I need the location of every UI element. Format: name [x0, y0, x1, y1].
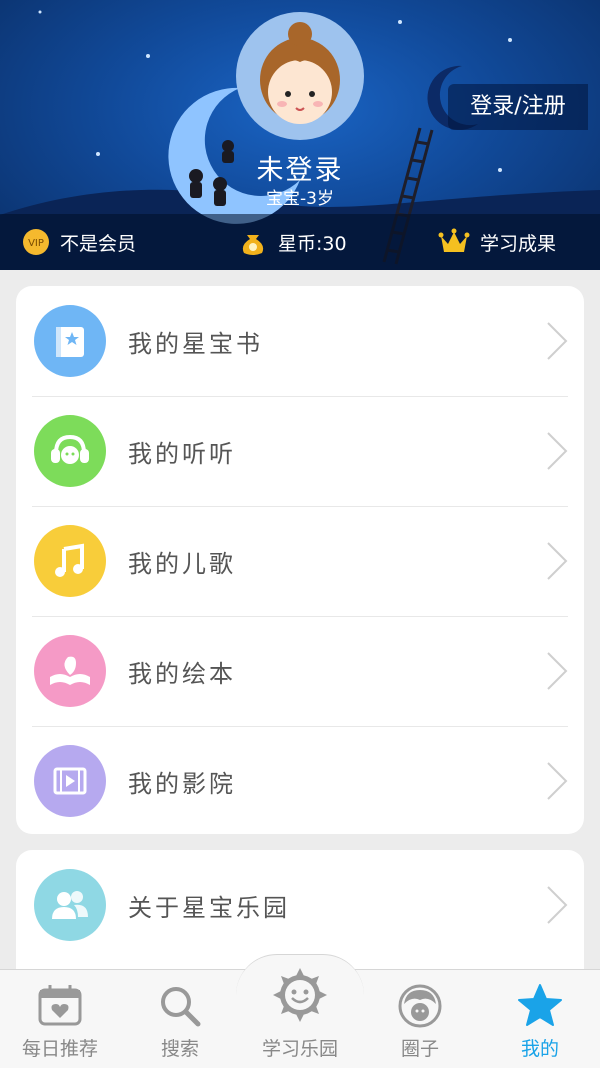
tab-circle[interactable]: 圈子 — [360, 970, 480, 1068]
profile-header: 未登录 宝宝-3岁 登录/注册 VIP 不是会员 星币:30 学习成果 — [0, 0, 600, 270]
learning-results-label: 学习成果 — [480, 232, 557, 255]
calendar-heart-icon — [0, 982, 120, 1032]
child-age: 宝宝-3岁 — [266, 189, 334, 209]
chevron-right-icon — [547, 652, 568, 690]
tab-label: 搜索 — [160, 1038, 199, 1060]
learning-results[interactable]: 学习成果 — [438, 214, 556, 270]
menu-item-about[interactable]: 关于星宝乐园 — [16, 850, 584, 960]
film-play-icon — [34, 745, 106, 817]
star-icon — [480, 982, 600, 1032]
username: 未登录 — [256, 155, 344, 186]
tab-label: 学习乐园 — [261, 1038, 338, 1060]
menu-item-label: 我的星宝书 — [128, 329, 263, 358]
tab-label: 我的 — [520, 1038, 559, 1060]
my-content-menu: 我的星宝书 我的听听 我的儿歌 我的绘本 我的影院 — [16, 286, 584, 834]
vip-status-label: 不是会员 — [60, 232, 137, 255]
users-icon — [34, 869, 106, 941]
svg-text:VIP: VIP — [28, 238, 44, 249]
chevron-right-icon — [547, 542, 568, 580]
membership-status-bar: VIP 不是会员 星币:30 学习成果 — [0, 214, 600, 270]
bottom-tab-bar: 每日推荐 搜索 学习乐园 圈子 我的 — [0, 954, 600, 1068]
book-star-icon — [34, 305, 106, 377]
tab-mine[interactable]: 我的 — [480, 970, 600, 1068]
login-register-button[interactable]: 登录/注册 — [448, 84, 588, 130]
vip-badge-icon: VIP — [22, 228, 50, 256]
menu-item-picture-books[interactable]: 我的绘本 — [16, 616, 584, 726]
menu-item-label: 我的听听 — [128, 439, 236, 468]
chevron-right-icon — [547, 432, 568, 470]
avatar[interactable] — [236, 12, 364, 140]
chevron-right-icon — [547, 886, 568, 924]
tab-label: 每日推荐 — [21, 1038, 98, 1060]
circle-face-icon — [360, 982, 480, 1032]
menu-item-label: 关于星宝乐园 — [128, 893, 290, 922]
tab-daily-recommend[interactable]: 每日推荐 — [0, 970, 120, 1068]
tab-label: 圈子 — [400, 1038, 439, 1060]
picture-book-icon — [34, 635, 106, 707]
tab-search[interactable]: 搜索 — [120, 970, 240, 1068]
menu-item-star-books[interactable]: 我的星宝书 — [16, 286, 584, 396]
chevron-right-icon — [547, 762, 568, 800]
vip-status[interactable]: VIP 不是会员 — [22, 214, 136, 270]
sun-smile-icon — [240, 966, 360, 1022]
coin-bag-icon — [238, 227, 268, 257]
star-coins-label: 星币:30 — [278, 232, 347, 255]
menu-item-listen[interactable]: 我的听听 — [16, 396, 584, 506]
chevron-right-icon — [547, 322, 568, 360]
crown-icon — [438, 228, 470, 256]
menu-item-label: 我的影院 — [128, 769, 236, 798]
menu-item-cinema[interactable]: 我的影院 — [16, 726, 584, 834]
menu-item-label: 我的绘本 — [128, 659, 236, 688]
headphones-icon — [34, 415, 106, 487]
menu-item-label: 我的儿歌 — [128, 549, 236, 578]
music-note-icon — [34, 525, 106, 597]
star-coins[interactable]: 星币:30 — [238, 214, 347, 270]
search-icon — [120, 982, 240, 1032]
menu-item-nursery-rhymes[interactable]: 我的儿歌 — [16, 506, 584, 616]
tab-learning-park[interactable]: 学习乐园 — [240, 968, 360, 1068]
